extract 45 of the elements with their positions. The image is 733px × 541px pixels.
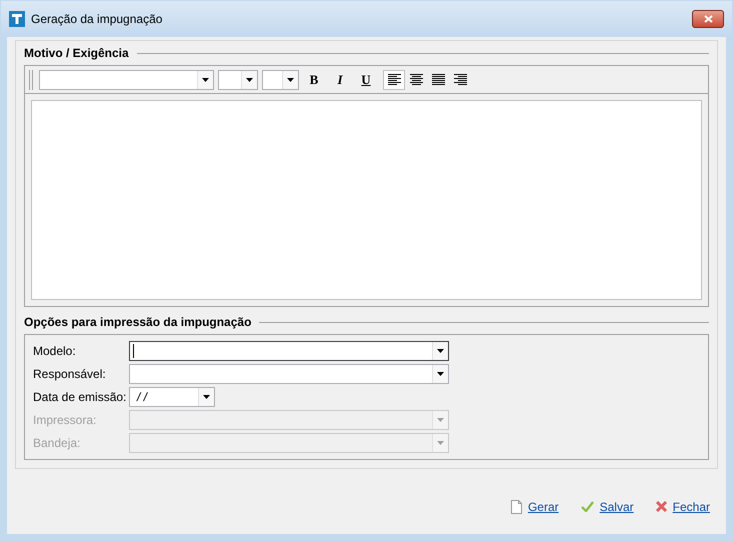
check-icon bbox=[580, 501, 594, 512]
section-title: Opções para impressão da impugnação bbox=[24, 314, 252, 331]
action-link[interactable]: Salvar bbox=[580, 498, 634, 516]
align-justify-icon bbox=[432, 74, 444, 85]
close-icon bbox=[656, 501, 667, 512]
caret-icon bbox=[246, 78, 253, 82]
caret-icon bbox=[287, 78, 294, 82]
align-center-icon bbox=[410, 74, 422, 85]
italic-button[interactable]: I bbox=[329, 70, 351, 90]
align-right-icon bbox=[454, 74, 466, 85]
text-cursor bbox=[133, 344, 134, 358]
app-icon bbox=[9, 11, 25, 27]
field-label: Impressora: bbox=[33, 412, 98, 429]
date-field[interactable]: / / bbox=[129, 387, 215, 407]
dropdown-field[interactable] bbox=[129, 364, 449, 384]
color-dropdown[interactable] bbox=[262, 70, 299, 90]
section-title: Motivo / Exigência bbox=[24, 45, 129, 62]
underline-button[interactable]: U bbox=[355, 70, 377, 90]
dropdown-button[interactable] bbox=[282, 70, 298, 88]
align-left-icon bbox=[388, 74, 400, 85]
dropdown-button[interactable] bbox=[241, 70, 257, 88]
field-label: Modelo: bbox=[33, 343, 77, 360]
dropdown-button[interactable] bbox=[432, 342, 448, 360]
dropdown-button[interactable] bbox=[198, 388, 214, 406]
align-left-button[interactable] bbox=[383, 70, 405, 90]
caret-icon bbox=[437, 418, 444, 422]
close-icon bbox=[704, 15, 712, 23]
field-label: Data de emissão: bbox=[33, 389, 128, 406]
dropdown-button[interactable] bbox=[432, 365, 448, 383]
bold-button[interactable]: B bbox=[303, 70, 325, 90]
dropdown-button[interactable] bbox=[197, 70, 213, 88]
field-label: Bandeja: bbox=[33, 435, 82, 452]
date-value: / / bbox=[136, 389, 148, 406]
window-title: Geração da impugnação bbox=[31, 11, 162, 28]
caret-icon bbox=[437, 349, 444, 353]
caret-icon bbox=[437, 441, 444, 445]
caret-icon bbox=[437, 372, 444, 376]
action-link[interactable]: Gerar bbox=[510, 498, 559, 516]
caret-icon bbox=[203, 395, 210, 399]
close-button[interactable] bbox=[692, 10, 724, 28]
close-link[interactable]: Fechar bbox=[656, 498, 710, 516]
document-icon bbox=[510, 500, 522, 514]
caret-icon bbox=[202, 78, 209, 82]
dropdown-field[interactable] bbox=[129, 341, 449, 361]
field-label: Responsável: bbox=[33, 366, 107, 383]
